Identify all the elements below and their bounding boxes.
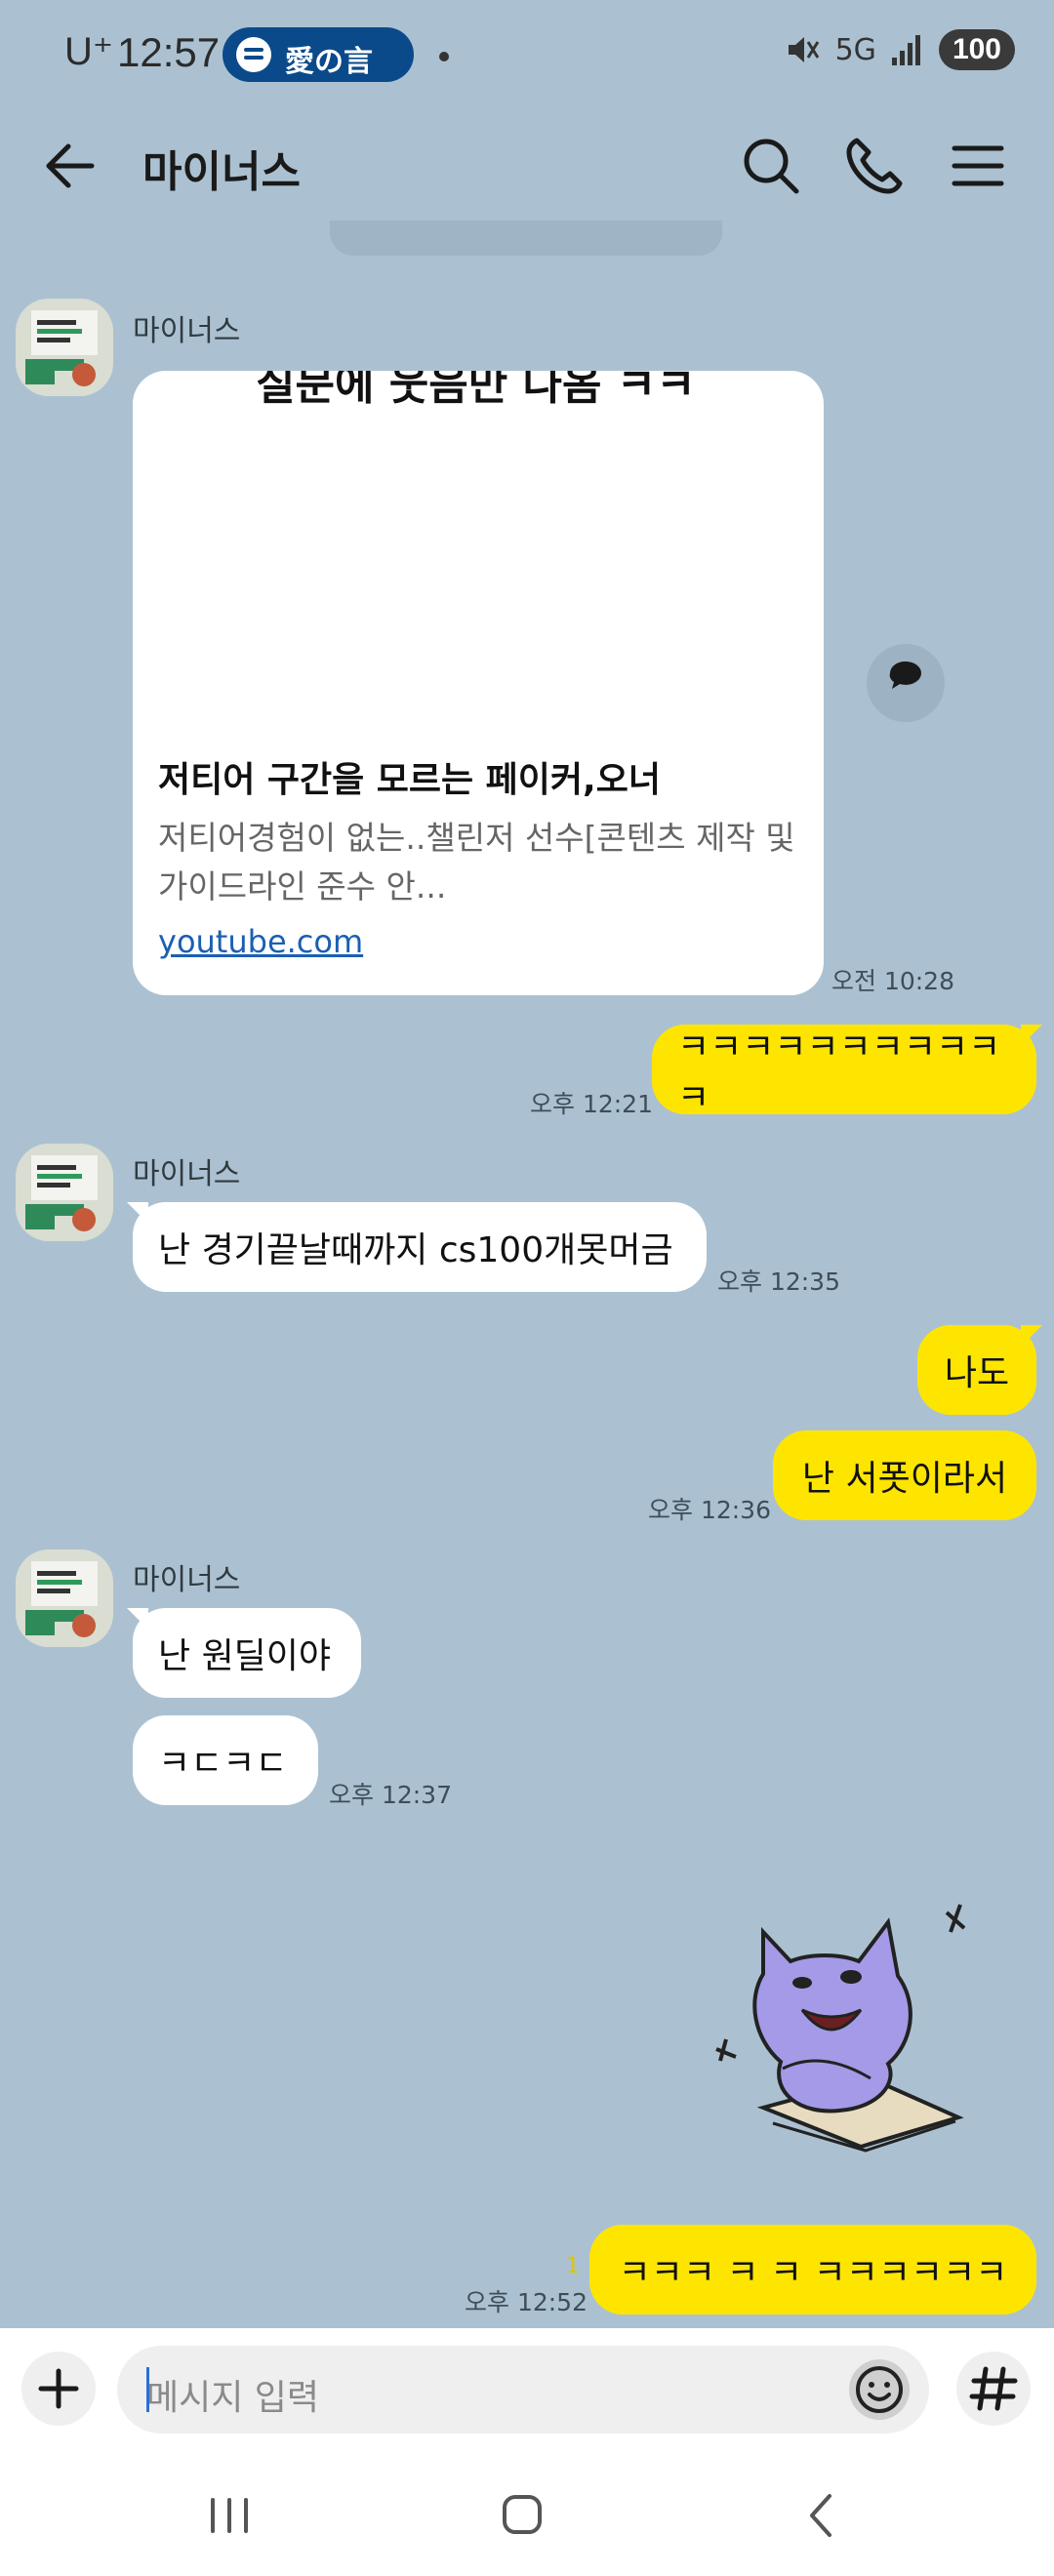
card-link[interactable]: youtube.com	[158, 923, 363, 960]
hashtag-button[interactable]	[956, 2352, 1031, 2426]
spotify-icon	[236, 37, 271, 72]
status-bar: U⁺ 12:57 愛の言 5G 100	[0, 0, 1054, 107]
message-time: 오후 12:37	[329, 1781, 452, 1809]
back-arrow-icon	[46, 143, 95, 188]
profile-image	[16, 299, 113, 396]
menu-icon	[952, 145, 1004, 186]
nav-back-button[interactable]	[787, 2484, 855, 2547]
message-text: ㅋㅋㅋ ㅋ ㅋ ㅋㅋㅋㅋㅋㅋ	[618, 2253, 1008, 2293]
phone-icon	[846, 138, 903, 194]
now-playing-pill[interactable]: 愛の言	[223, 27, 414, 82]
home-icon	[503, 2495, 542, 2534]
message-input-bar: 메시지 입력	[0, 2328, 1054, 2455]
message-time: 오후 12:52	[465, 2288, 588, 2316]
attach-button[interactable]	[21, 2352, 96, 2426]
battery-level: 100	[938, 29, 1015, 70]
message-text: 난 서폿이라서	[801, 1459, 1008, 1499]
unread-count: 1	[566, 2254, 580, 2278]
their-message-bubble[interactable]: 난 경기끝날때까지 cs100개못머금	[127, 1202, 707, 1292]
emoji-icon	[856, 2366, 903, 2413]
sender-name: 마이너스	[133, 1157, 241, 1191]
share-button[interactable]	[867, 644, 945, 722]
notification-dot	[439, 52, 449, 61]
recents-button[interactable]	[195, 2484, 264, 2547]
call-button[interactable]	[839, 131, 910, 201]
clock: 12:57	[117, 29, 221, 75]
message-time: 오후 12:36	[648, 1496, 771, 1524]
message-input[interactable]: 메시지 입력	[117, 2346, 929, 2434]
message-text: ㅋㄷㅋㄷ	[158, 1744, 288, 1784]
message-time: 오전 10:28	[831, 967, 954, 995]
chat-header: 마이너스	[0, 107, 1054, 224]
message-text: 나도	[944, 1353, 1010, 1393]
my-message-bubble[interactable]: ㅋㅋㅋㅋㅋㅋㅋㅋㅋㅋㅋ	[652, 1025, 1042, 1118]
message-text: 난 원딜이야	[158, 1636, 332, 1676]
cat-sticker-image	[715, 1904, 966, 2153]
hash-icon	[969, 2366, 1018, 2411]
avatar[interactable]	[16, 1144, 113, 1241]
status-icons: 5G 100	[783, 29, 1015, 70]
nav-back-icon	[810, 2494, 831, 2537]
message-time: 오후 12:21	[530, 1090, 653, 1118]
my-message-bubble[interactable]: ㅋㅋㅋ ㅋ ㅋ ㅋㅋㅋㅋㅋㅋ	[589, 2225, 1036, 2314]
message-text: ㅋㅋㅋㅋㅋㅋㅋㅋㅋㅋㅋ	[677, 1027, 1001, 1118]
card-image-caption: 질문에 웃음만 나옴 ㅋㅋ	[256, 371, 696, 410]
emoji-button[interactable]	[849, 2359, 910, 2420]
avatar[interactable]	[16, 1550, 113, 1647]
menu-button[interactable]	[943, 131, 1013, 201]
their-message-bubble[interactable]: ㅋㄷㅋㄷ	[133, 1715, 318, 1805]
chat-title: 마이너스	[142, 147, 301, 197]
profile-image	[16, 1550, 113, 1647]
scrolled-message-edge	[330, 221, 722, 256]
mute-icon	[788, 37, 819, 62]
message-time: 오후 12:35	[717, 1268, 840, 1296]
plus-icon	[38, 2368, 79, 2409]
card-description: 저티어경험이 없는..챌린저 선수[콘텐츠 제작 및 가이드라인 준수 안...	[158, 819, 795, 906]
network-type: 5G	[834, 32, 876, 67]
avatar[interactable]	[16, 299, 113, 396]
my-message-bubble[interactable]: 나도	[917, 1325, 1042, 1415]
cat-sticker[interactable]	[705, 1893, 997, 2186]
profile-image	[16, 1144, 113, 1241]
card-title: 저티어 구간을 모르는 페이커,오너	[158, 760, 661, 800]
search-icon	[744, 139, 799, 194]
my-message-bubble[interactable]: 난 서폿이라서	[773, 1430, 1036, 1520]
message-text: 난 경기끝날때까지 cs100개못머금	[158, 1230, 673, 1270]
system-nav-bar	[0, 2455, 1054, 2576]
link-preview-card[interactable]: 질문에 웃음만 나옴 ㅋㅋ 저티어 구간을 모르는 페이커,오너 저티어경험이 …	[133, 371, 824, 995]
now-playing-title: 愛の言	[285, 45, 373, 79]
recents-icon	[211, 2498, 248, 2533]
back-button[interactable]	[35, 131, 105, 201]
carrier-label: U⁺	[64, 30, 113, 73]
sender-name: 마이너스	[133, 1563, 241, 1597]
message-input-placeholder: 메시지 입력	[146, 2378, 320, 2418]
sender-name: 마이너스	[133, 314, 241, 348]
text-caret	[146, 2367, 149, 2412]
search-button[interactable]	[736, 131, 806, 201]
their-message-bubble[interactable]: 난 원딜이야	[127, 1608, 361, 1698]
card-image-area: 질문에 웃음만 나옴 ㅋㅋ	[133, 371, 824, 410]
signal-icon	[891, 35, 920, 65]
home-button[interactable]	[488, 2484, 556, 2547]
share-icon	[889, 661, 921, 689]
